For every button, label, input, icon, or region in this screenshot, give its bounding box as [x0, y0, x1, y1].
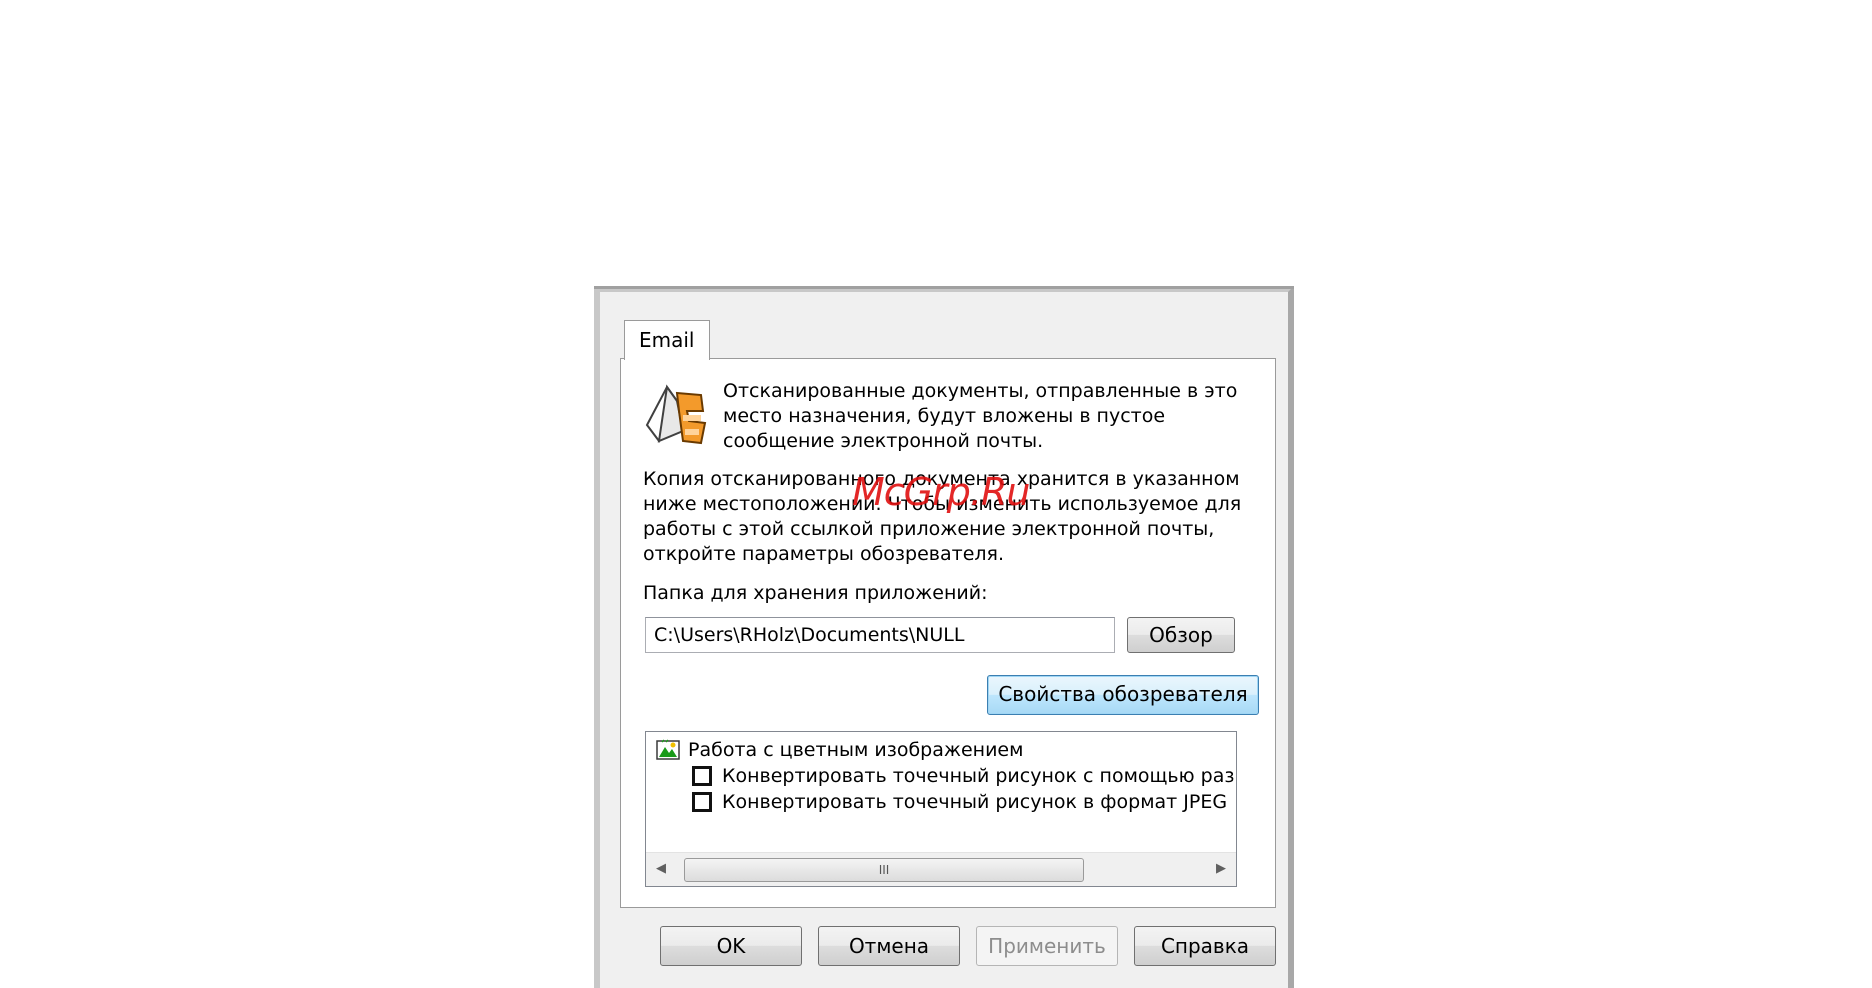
tree-item-convert-jpeg[interactable]: Конвертировать точечный рисунок в формат…	[692, 788, 1227, 816]
image-options-tree: Работа с цветным изображением Конвертиро…	[645, 731, 1237, 887]
scroll-left-arrow-icon[interactable]: ◀	[652, 861, 670, 877]
email-destination-icon	[645, 384, 707, 445]
attachment-folder-path-field[interactable]	[645, 617, 1115, 653]
intro-text: Отсканированные документы, отправленные …	[723, 379, 1237, 454]
watermark: McGrp.Ru	[852, 470, 1030, 514]
checkbox[interactable]	[692, 766, 712, 786]
scroll-thumb[interactable]: III	[684, 858, 1084, 882]
tree-root-label: Работа с цветным изображением	[688, 738, 1024, 761]
horizontal-scrollbar[interactable]: ◀ III ▶	[646, 852, 1236, 886]
cancel-button[interactable]: Отмена	[818, 926, 960, 966]
attachment-folder-label: Папка для хранения приложений:	[643, 582, 988, 604]
intro-line: сообщение электронной почты.	[723, 430, 1044, 452]
checkbox[interactable]	[692, 792, 712, 812]
help-button[interactable]: Справка	[1134, 926, 1276, 966]
ok-button[interactable]: OK	[660, 926, 802, 966]
color-image-icon	[656, 739, 680, 760]
apply-button[interactable]: Применить	[976, 926, 1118, 966]
tree-item-label: Конвертировать точечный рисунок в формат…	[722, 790, 1228, 813]
tree-item-convert-bitmap[interactable]: Конвертировать точечный рисунок с помощь…	[692, 762, 1234, 790]
browse-button[interactable]: Обзор	[1127, 617, 1235, 653]
scroll-right-arrow-icon[interactable]: ▶	[1212, 861, 1230, 877]
email-tab-panel: Отсканированные документы, отправленные …	[620, 358, 1276, 908]
tree-root-color-images[interactable]: Работа с цветным изображением	[656, 736, 1023, 764]
intro-line: Отсканированные документы, отправленные …	[723, 380, 1238, 402]
tab-email[interactable]: Email	[624, 320, 710, 360]
copy-line: работы с этой ссылкой приложение электро…	[643, 518, 1215, 540]
browser-properties-button[interactable]: Свойства обозревателя	[987, 675, 1259, 715]
email-properties-dialog: Email Отсканированные документы, отправл…	[594, 286, 1294, 988]
tree-item-label: Конвертировать точечный рисунок с помощь…	[722, 764, 1235, 787]
copy-line: откройте параметры обозревателя.	[643, 543, 1004, 565]
intro-line: место назначения, будут вложены в пустое	[723, 405, 1166, 427]
